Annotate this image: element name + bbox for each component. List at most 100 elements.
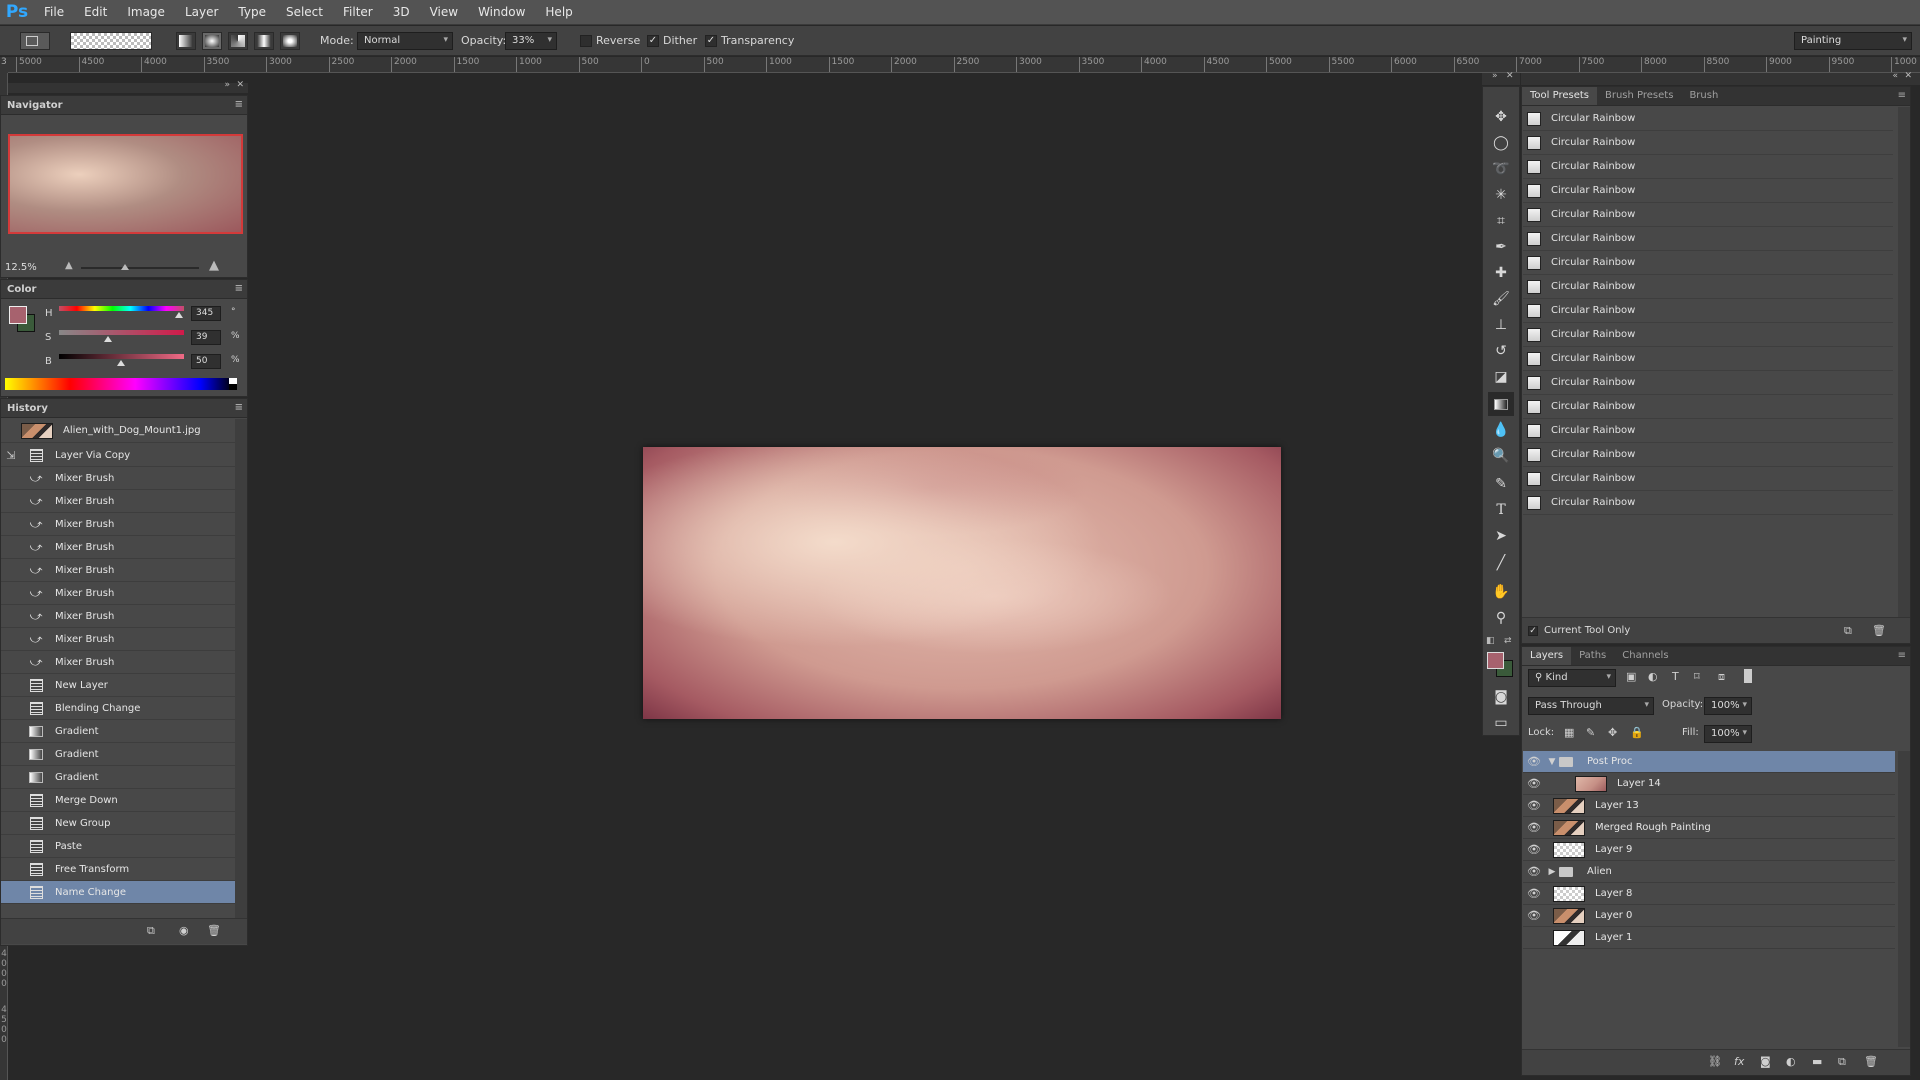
clone-stamp-icon[interactable]: ⊥: [1488, 313, 1514, 337]
close-icon[interactable]: ✕: [1506, 71, 1514, 81]
create-snapshot-icon[interactable]: ◉: [179, 924, 189, 937]
tool-preset-picker[interactable]: [20, 32, 50, 50]
history-state[interactable]: Blending Change: [1, 697, 235, 720]
visibility-eye-icon[interactable]: 👁: [1523, 799, 1545, 812]
hue-slider-thumb[interactable]: [175, 312, 183, 318]
healing-brush-icon[interactable]: ✚: [1488, 261, 1514, 285]
path-selection-icon[interactable]: ➤: [1488, 524, 1514, 548]
filter-smart-object-icon[interactable]: ⧈: [1718, 670, 1725, 684]
pen-tool-icon[interactable]: ✎: [1488, 472, 1514, 496]
history-brush-source-slot[interactable]: [1, 812, 21, 835]
disclosure-expanded-icon[interactable]: ▼: [1545, 757, 1559, 767]
history-brush-source-slot[interactable]: [1, 536, 21, 559]
history-brush-source-slot[interactable]: [1, 513, 21, 536]
history-state[interactable]: New Layer: [1, 674, 235, 697]
magic-wand-icon[interactable]: ✳: [1488, 183, 1514, 207]
tool-preset-item[interactable]: Circular Rainbow: [1523, 131, 1893, 155]
visibility-eye-icon[interactable]: 👁: [1523, 777, 1545, 790]
tool-preset-item[interactable]: Circular Rainbow: [1523, 299, 1893, 323]
menu-image[interactable]: Image: [117, 5, 175, 19]
history-state[interactable]: ⇲ Layer Via Copy: [1, 444, 235, 467]
menu-type[interactable]: Type: [228, 5, 276, 19]
history-state[interactable]: Paste: [1, 835, 235, 858]
history-state[interactable]: Gradient: [1, 766, 235, 789]
layer-row[interactable]: 👁 Merged Rough Painting: [1523, 817, 1895, 839]
lasso-tool-icon[interactable]: ➰: [1488, 157, 1514, 181]
tool-preset-item[interactable]: Circular Rainbow: [1523, 443, 1893, 467]
delete-layer-icon[interactable]: 🗑: [1864, 1055, 1878, 1068]
visibility-eye-icon[interactable]: 👁: [1523, 821, 1545, 834]
history-scrollbar[interactable]: [235, 419, 247, 919]
hue-slider[interactable]: [59, 306, 184, 311]
brightness-input[interactable]: 50: [191, 354, 221, 369]
tool-preset-item[interactable]: Circular Rainbow: [1523, 155, 1893, 179]
foreground-color-swatch[interactable]: [9, 306, 27, 324]
panel-menu-icon[interactable]: ≡: [235, 99, 243, 110]
dither-checkbox[interactable]: ✓: [647, 35, 659, 47]
layer-filter-kind-select[interactable]: ⚲ Kind: [1528, 669, 1616, 687]
tool-preset-item[interactable]: Circular Rainbow: [1523, 467, 1893, 491]
menu-file[interactable]: File: [34, 5, 74, 19]
history-brush-source-slot[interactable]: [1, 881, 21, 904]
close-icon[interactable]: ✕: [236, 80, 244, 90]
history-state[interactable]: Name Change: [1, 881, 235, 904]
layer-group-row[interactable]: 👁 ▶ Alien: [1523, 861, 1895, 883]
brush-tool-icon[interactable]: 🖌: [1488, 287, 1514, 311]
filter-adjustment-icon[interactable]: ◐: [1648, 670, 1658, 683]
black-swatch[interactable]: [229, 384, 237, 390]
close-icon[interactable]: ✕: [1904, 71, 1912, 81]
menu-window[interactable]: Window: [468, 5, 535, 19]
menu-layer[interactable]: Layer: [175, 5, 228, 19]
visibility-eye-icon[interactable]: 👁: [1523, 887, 1545, 900]
tab-brush[interactable]: Brush: [1681, 87, 1726, 105]
diamond-gradient-icon[interactable]: [280, 32, 300, 50]
lock-all-icon[interactable]: 🔒: [1630, 726, 1644, 739]
filter-pixel-icon[interactable]: ▣: [1626, 670, 1636, 683]
layers-scrollbar[interactable]: [1898, 751, 1910, 1047]
angle-gradient-icon[interactable]: [228, 32, 248, 50]
history-brush-source-slot[interactable]: [1, 559, 21, 582]
current-tool-only-checkbox[interactable]: ✓: [1528, 625, 1538, 636]
layer-row[interactable]: 👁 Layer 13: [1523, 795, 1895, 817]
quick-mask-icon[interactable]: ◙: [1488, 685, 1514, 709]
history-state[interactable]: ⤻ Mixer Brush: [1, 605, 235, 628]
layer-row[interactable]: 👁 Layer 8: [1523, 883, 1895, 905]
filter-toggle[interactable]: [1744, 669, 1752, 683]
menu-help[interactable]: Help: [535, 5, 582, 19]
tool-preset-item[interactable]: Circular Rainbow: [1523, 491, 1893, 515]
type-tool-icon[interactable]: T: [1488, 498, 1514, 522]
history-brush-source-slot[interactable]: [1, 582, 21, 605]
opacity-input[interactable]: 33%: [505, 32, 557, 50]
lock-position-icon[interactable]: ✥: [1608, 726, 1617, 739]
workspace-select[interactable]: Painting: [1794, 32, 1912, 50]
presets-scrollbar[interactable]: [1898, 107, 1910, 617]
reflected-gradient-icon[interactable]: [254, 32, 274, 50]
panel-menu-icon[interactable]: ≡: [1898, 90, 1906, 101]
history-state[interactable]: Gradient: [1, 743, 235, 766]
visibility-eye-icon[interactable]: 👁: [1523, 909, 1545, 922]
tool-preset-item[interactable]: Circular Rainbow: [1523, 107, 1893, 131]
tool-preset-item[interactable]: Circular Rainbow: [1523, 251, 1893, 275]
collapse-icon[interactable]: »: [224, 80, 230, 90]
history-brush-source-slot[interactable]: [1, 858, 21, 881]
history-state[interactable]: ⤻ Mixer Brush: [1, 559, 235, 582]
tool-preset-item[interactable]: Circular Rainbow: [1523, 395, 1893, 419]
gradient-tool-icon[interactable]: [1488, 392, 1514, 416]
swap-colors-icon[interactable]: ⇄: [1504, 636, 1512, 646]
saturation-input[interactable]: 39: [191, 330, 221, 345]
adjustment-layer-icon[interactable]: ◐: [1786, 1055, 1796, 1068]
visibility-eye-icon[interactable]: 👁: [1523, 755, 1545, 768]
filter-type-icon[interactable]: T: [1672, 670, 1679, 683]
dodge-tool-icon[interactable]: 🔍: [1488, 444, 1514, 468]
history-brush-source-slot[interactable]: [1, 789, 21, 812]
crop-tool-icon[interactable]: ⌗: [1488, 209, 1514, 233]
zoom-slider-thumb[interactable]: [121, 264, 129, 270]
saturation-slider-thumb[interactable]: [104, 336, 112, 342]
filter-shape-icon[interactable]: ⌑: [1694, 670, 1700, 683]
history-state[interactable]: ⤻ Mixer Brush: [1, 536, 235, 559]
default-colors-icon[interactable]: ◧: [1486, 636, 1495, 646]
fill-input[interactable]: 100%: [1704, 725, 1752, 743]
history-brush-source-slot[interactable]: [1, 490, 21, 513]
menu-3d[interactable]: 3D: [383, 5, 420, 19]
elliptical-marquee-icon[interactable]: ◯: [1488, 131, 1514, 155]
